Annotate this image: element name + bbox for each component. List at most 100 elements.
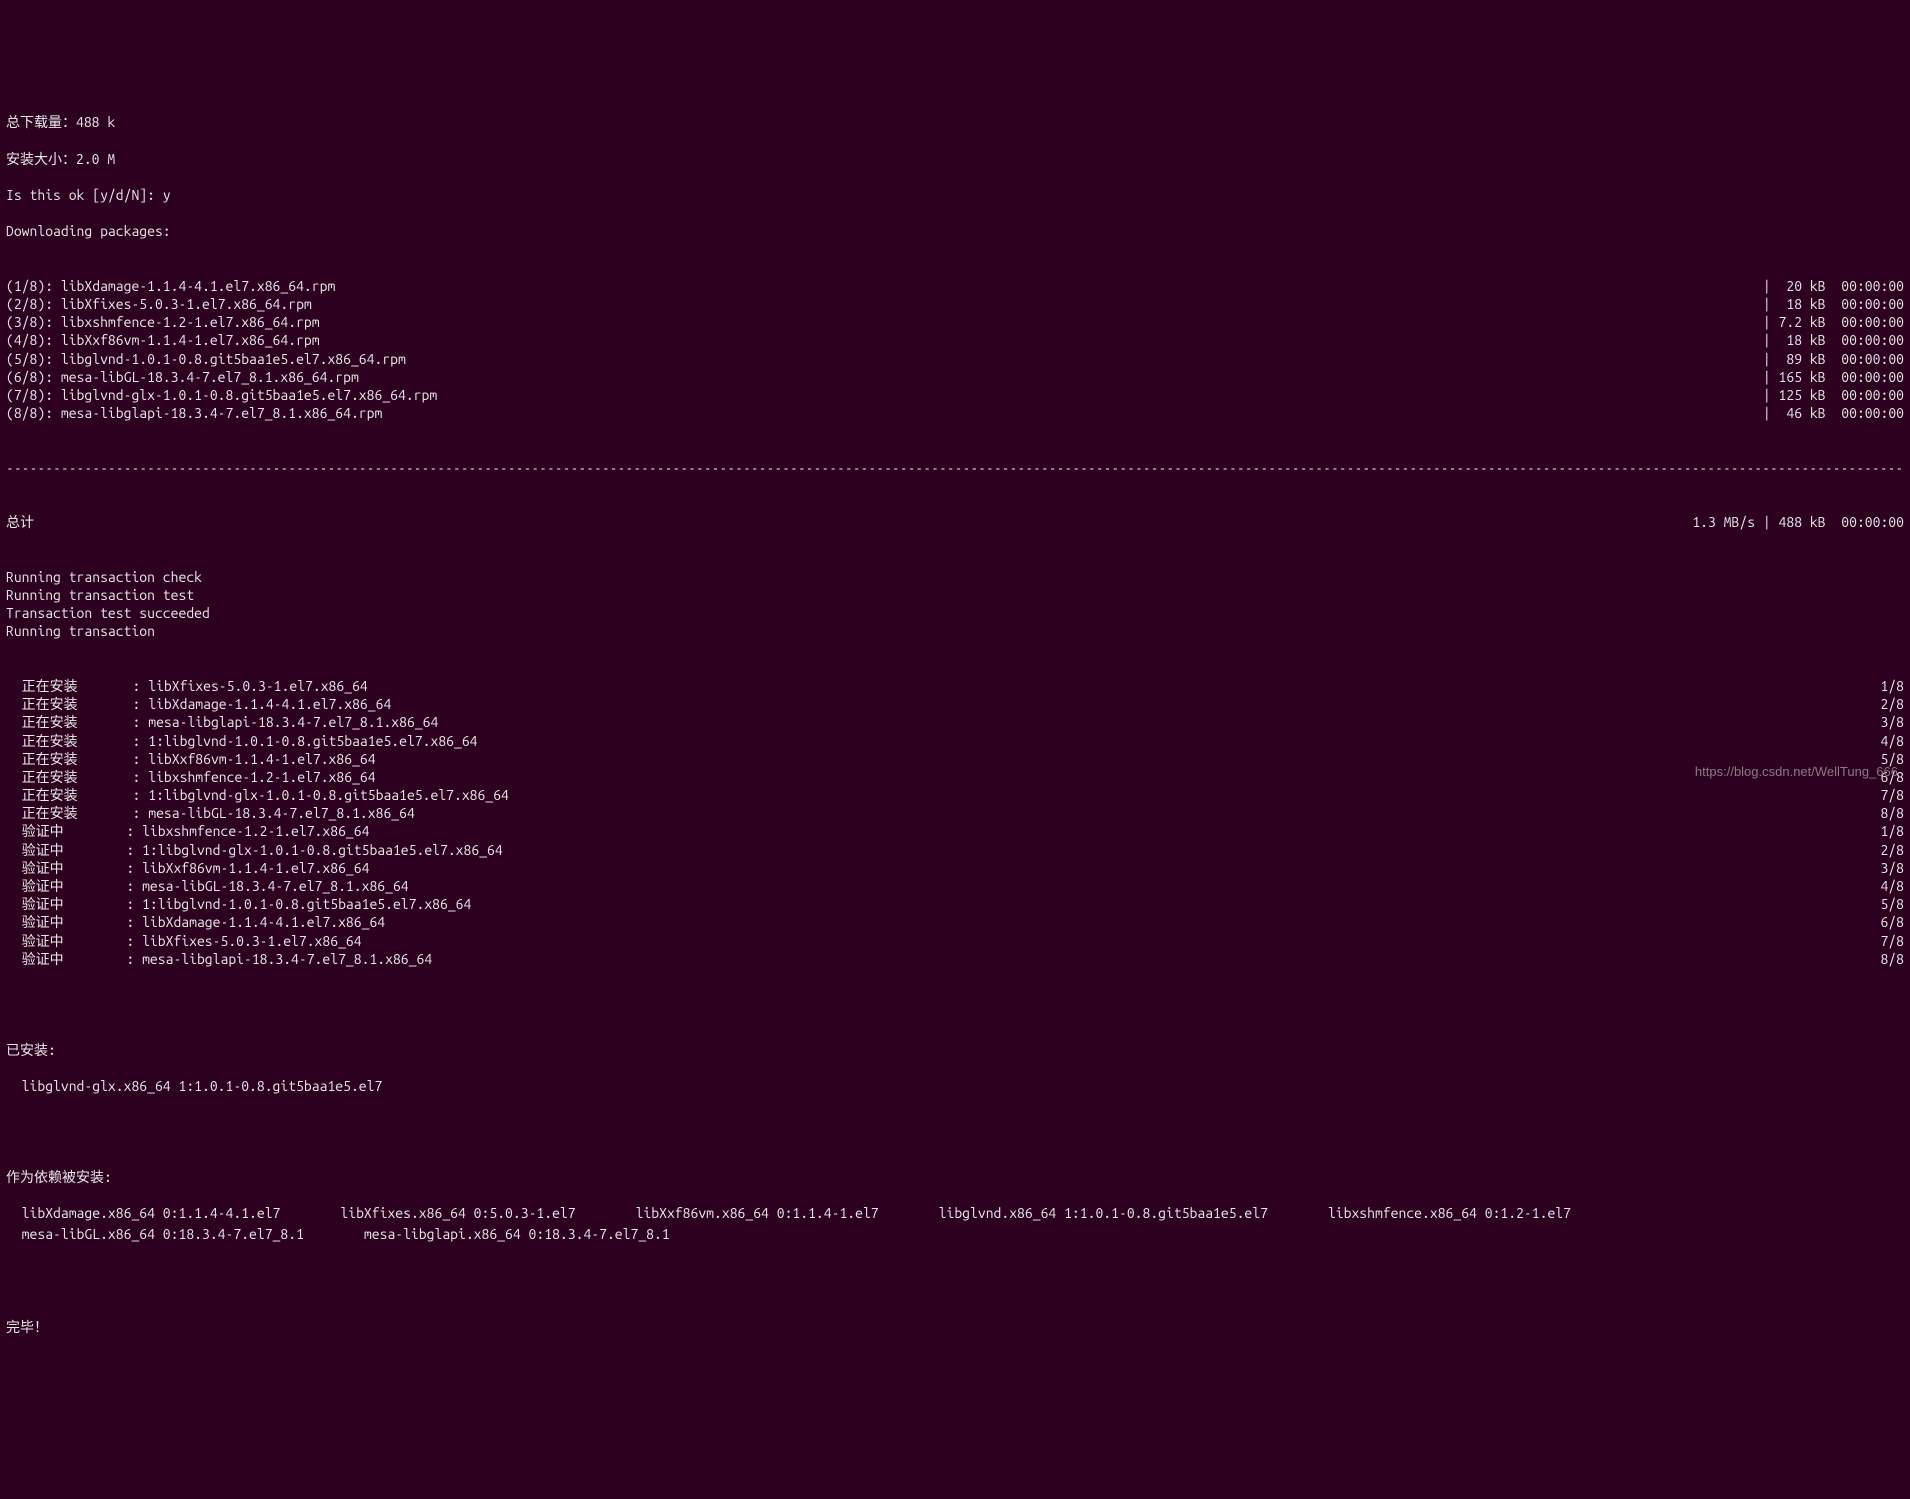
- package-name: (4/8): libXxf86vm-1.1.4-1.el7.x86_64.rpm: [6, 331, 320, 349]
- dependency-item: libXdamage.x86_64 0:1.1.4-4.1.el7: [6, 1204, 340, 1222]
- downloading-label: Downloading packages:: [6, 222, 1904, 240]
- package-size-time: | 18 kB 00:00:00: [1763, 295, 1904, 313]
- transaction-line: Running transaction check: [6, 568, 1904, 586]
- package-size-time: | 18 kB 00:00:00: [1763, 331, 1904, 349]
- install-step-row: 验证中 : 1:libglvnd-glx-1.0.1-0.8.git5baa1e…: [6, 841, 1904, 859]
- blank-line: [6, 1004, 1904, 1022]
- install-step-row: 正在安装 : libXdamage-1.1.4-4.1.el7.x86_64 2/…: [6, 695, 1904, 713]
- install-step-row: 验证中 : libxshmfence-1.2-1.el7.x86_64 1/8: [6, 822, 1904, 840]
- install-step-row: 验证中 : libXdamage-1.1.4-4.1.el7.x86_64 6/8: [6, 913, 1904, 931]
- install-step-count: 5/8: [1880, 895, 1904, 913]
- install-step-row: 验证中 : libXxf86vm-1.1.4-1.el7.x86_64 3/8: [6, 859, 1904, 877]
- package-download-list: (1/8): libXdamage-1.1.4-4.1.el7.x86_64.r…: [6, 277, 1904, 423]
- totals-value: 1.3 MB/s | 488 kB 00:00:00: [1692, 513, 1904, 531]
- install-step-row: 验证中 : mesa-libGL-18.3.4-7.el7_8.1.x86_64…: [6, 877, 1904, 895]
- install-size-line: 安装大小：2.0 M: [6, 150, 1904, 168]
- package-name: (6/8): mesa-libGL-18.3.4-7.el7_8.1.x86_6…: [6, 368, 359, 386]
- install-step-label: 验证中 : mesa-libGL-18.3.4-7.el7_8.1.x86_64: [6, 877, 409, 895]
- done-line: 完毕！: [6, 1318, 1904, 1336]
- install-step-label: 验证中 : 1:libglvnd-glx-1.0.1-0.8.git5baa1e…: [6, 841, 503, 859]
- install-step-label: 正在安装 : libXxf86vm-1.1.4-1.el7.x86_64: [6, 750, 376, 768]
- total-download-line: 总下载量：488 k: [6, 113, 1904, 131]
- install-step-label: 验证中 : libxshmfence-1.2-1.el7.x86_64: [6, 822, 369, 840]
- install-step-count: 1/8: [1880, 822, 1904, 840]
- package-row: (7/8): libglvnd-glx-1.0.1-0.8.git5baa1e5…: [6, 386, 1904, 404]
- transaction-line: Running transaction test: [6, 586, 1904, 604]
- install-step-label: 正在安装 : libXfixes-5.0.3-1.el7.x86_64: [6, 677, 368, 695]
- install-step-count: 3/8: [1880, 713, 1904, 731]
- blank-line-3: [6, 1281, 1904, 1299]
- deps-header: 作为依赖被安装:: [6, 1168, 1904, 1186]
- dependency-item: mesa-libGL.x86_64 0:18.3.4-7.el7_8.1: [6, 1225, 364, 1243]
- install-step-count: 6/8: [1880, 913, 1904, 931]
- package-row: (8/8): mesa-libglapi-18.3.4-7.el7_8.1.x8…: [6, 404, 1904, 422]
- dependency-item: mesa-libglapi.x86_64 0:18.3.4-7.el7_8.1: [364, 1225, 730, 1243]
- install-step-count: 8/8: [1880, 950, 1904, 968]
- totals-label: 总计: [6, 513, 34, 531]
- install-step-label: 验证中 : libXfixes-5.0.3-1.el7.x86_64: [6, 932, 362, 950]
- package-size-time: | 20 kB 00:00:00: [1763, 277, 1904, 295]
- install-step-count: 4/8: [1880, 877, 1904, 895]
- install-step-row: 正在安装 : mesa-libglapi-18.3.4-7.el7_8.1.x8…: [6, 713, 1904, 731]
- install-step-row: 正在安装 : 1:libglvnd-1.0.1-0.8.git5baa1e5.e…: [6, 732, 1904, 750]
- install-step-count: 7/8: [1880, 932, 1904, 950]
- install-step-count: 3/8: [1880, 859, 1904, 877]
- transaction-status: Running transaction checkRunning transac…: [6, 568, 1904, 641]
- install-step-count: 8/8: [1880, 804, 1904, 822]
- install-step-count: 1/8: [1880, 677, 1904, 695]
- package-name: (7/8): libglvnd-glx-1.0.1-0.8.git5baa1e5…: [6, 386, 437, 404]
- package-name: (1/8): libXdamage-1.1.4-4.1.el7.x86_64.r…: [6, 277, 335, 295]
- package-name: (5/8): libglvnd-1.0.1-0.8.git5baa1e5.el7…: [6, 350, 406, 368]
- installed-header: 已安装:: [6, 1041, 1904, 1059]
- watermark-text: https://blog.csdn.net/WellTung_666: [1695, 764, 1898, 781]
- install-verify-steps: 正在安装 : libXfixes-5.0.3-1.el7.x86_64 1/8 正…: [6, 677, 1904, 968]
- package-size-time: | 46 kB 00:00:00: [1763, 404, 1904, 422]
- dependency-item: libglvnd.x86_64 1:1.0.1-0.8.git5baa1e5.e…: [939, 1204, 1328, 1222]
- package-name: (8/8): mesa-libglapi-18.3.4-7.el7_8.1.x8…: [6, 404, 382, 422]
- install-step-row: 验证中 : 1:libglvnd-1.0.1-0.8.git5baa1e5.el…: [6, 895, 1904, 913]
- install-step-row: 正在安装 : 1:libglvnd-glx-1.0.1-0.8.git5baa1…: [6, 786, 1904, 804]
- confirm-prompt: Is this ok [y/d/N]: y: [6, 186, 1904, 204]
- terminal-output[interactable]: 总下载量：488 k 安装大小：2.0 M Is this ok [y/d/N]…: [6, 77, 1904, 1372]
- install-step-count: 2/8: [1880, 695, 1904, 713]
- install-step-label: 验证中 : mesa-libglapi-18.3.4-7.el7_8.1.x86…: [6, 950, 432, 968]
- deps-list: libXdamage.x86_64 0:1.1.4-4.1.el7libXfix…: [6, 1204, 1904, 1244]
- install-step-label: 验证中 : 1:libglvnd-1.0.1-0.8.git5baa1e5.el…: [6, 895, 471, 913]
- install-step-label: 正在安装 : libXdamage-1.1.4-4.1.el7.x86_64: [6, 695, 391, 713]
- install-step-label: 正在安装 : mesa-libGL-18.3.4-7.el7_8.1.x86_6…: [6, 804, 415, 822]
- package-row: (6/8): mesa-libGL-18.3.4-7.el7_8.1.x86_6…: [6, 368, 1904, 386]
- install-step-count: 2/8: [1880, 841, 1904, 859]
- install-step-count: 7/8: [1880, 786, 1904, 804]
- package-name: (2/8): libXfixes-5.0.3-1.el7.x86_64.rpm: [6, 295, 312, 313]
- install-step-row: 正在安装 : libXxf86vm-1.1.4-1.el7.x86_645/8: [6, 750, 1904, 768]
- package-row: (3/8): libxshmfence-1.2-1.el7.x86_64.rpm…: [6, 313, 1904, 331]
- package-row: (4/8): libXxf86vm-1.1.4-1.el7.x86_64.rpm…: [6, 331, 1904, 349]
- package-size-time: | 165 kB 00:00:00: [1763, 368, 1904, 386]
- separator-line: ----------------------------------------…: [6, 459, 1904, 477]
- install-step-row: 验证中 : mesa-libglapi-18.3.4-7.el7_8.1.x86…: [6, 950, 1904, 968]
- install-step-row: 正在安装 : libXfixes-5.0.3-1.el7.x86_64 1/8: [6, 677, 1904, 695]
- install-step-label: 验证中 : libXxf86vm-1.1.4-1.el7.x86_64: [6, 859, 369, 877]
- install-step-row: 正在安装 : mesa-libGL-18.3.4-7.el7_8.1.x86_6…: [6, 804, 1904, 822]
- package-row: (5/8): libglvnd-1.0.1-0.8.git5baa1e5.el7…: [6, 350, 1904, 368]
- totals-row: 总计 1.3 MB/s | 488 kB 00:00:00: [6, 513, 1904, 531]
- package-row: (1/8): libXdamage-1.1.4-4.1.el7.x86_64.r…: [6, 277, 1904, 295]
- install-step-label: 正在安装 : libxshmfence-1.2-1.el7.x86_64: [6, 768, 376, 786]
- install-step-label: 正在安装 : mesa-libglapi-18.3.4-7.el7_8.1.x8…: [6, 713, 438, 731]
- install-step-label: 验证中 : libXdamage-1.1.4-4.1.el7.x86_64: [6, 913, 385, 931]
- package-size-time: | 125 kB 00:00:00: [1763, 386, 1904, 404]
- dependency-item: libXxf86vm.x86_64 0:1.1.4-1.el7: [636, 1204, 939, 1222]
- install-step-count: 4/8: [1880, 732, 1904, 750]
- package-row: (2/8): libXfixes-5.0.3-1.el7.x86_64.rpm |…: [6, 295, 1904, 313]
- blank-line-2: [6, 1132, 1904, 1150]
- package-size-time: | 89 kB 00:00:00: [1763, 350, 1904, 368]
- dependency-item: libxshmfence.x86_64 0:1.2-1.el7: [1328, 1204, 1631, 1222]
- install-step-label: 正在安装 : 1:libglvnd-glx-1.0.1-0.8.git5baa1…: [6, 786, 509, 804]
- package-size-time: | 7.2 kB 00:00:00: [1763, 313, 1904, 331]
- installed-package: libglvnd-glx.x86_64 1:1.0.1-0.8.git5baa1…: [6, 1077, 1904, 1095]
- install-step-label: 正在安装 : 1:libglvnd-1.0.1-0.8.git5baa1e5.e…: [6, 732, 478, 750]
- package-name: (3/8): libxshmfence-1.2-1.el7.x86_64.rpm: [6, 313, 320, 331]
- transaction-line: Transaction test succeeded: [6, 604, 1904, 622]
- install-step-row: 验证中 : libXfixes-5.0.3-1.el7.x86_64 7/8: [6, 932, 1904, 950]
- dependency-item: libXfixes.x86_64 0:5.0.3-1.el7: [340, 1204, 635, 1222]
